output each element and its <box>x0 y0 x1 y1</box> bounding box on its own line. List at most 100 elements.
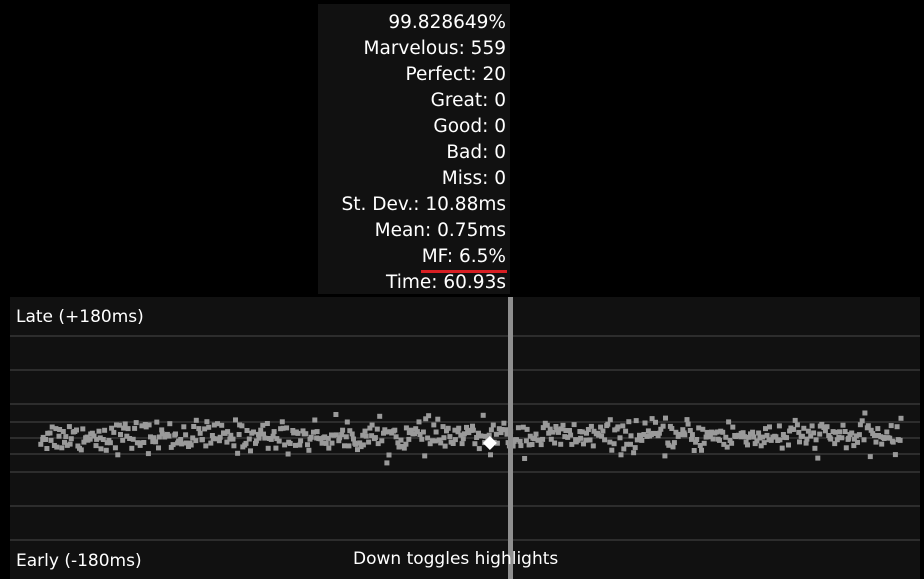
hit-dot <box>855 439 860 445</box>
hit-dot <box>461 431 467 437</box>
hit-dot <box>426 413 432 419</box>
hit-dot <box>667 423 673 429</box>
hit-dot <box>870 431 876 437</box>
hit-dot <box>427 441 433 447</box>
hit-dot <box>864 425 870 431</box>
hit-dot <box>577 429 583 434</box>
hit-dot <box>490 422 496 428</box>
hit-dot <box>311 429 316 435</box>
hit-dot <box>517 438 523 444</box>
hit-dot <box>111 429 117 435</box>
hit-dot <box>438 440 444 446</box>
grid-line <box>10 539 920 541</box>
hit-dot <box>544 422 550 428</box>
hit-dot <box>284 425 290 431</box>
hit-dot <box>740 430 746 436</box>
hit-dot <box>249 430 255 436</box>
hit-dot <box>665 440 671 446</box>
miss-count: Miss: 0 <box>441 168 506 189</box>
hit-dot <box>704 429 710 435</box>
hit-dot <box>102 427 108 433</box>
hit-dot <box>466 430 472 436</box>
grid-line <box>10 403 920 405</box>
hit-dot <box>326 445 332 451</box>
hit-dot <box>499 427 505 432</box>
hit-dot <box>78 447 84 453</box>
bad-count: Bad: 0 <box>446 142 506 163</box>
hit-dot <box>295 430 301 436</box>
hit-dot <box>468 427 474 433</box>
hit-dot <box>884 429 890 435</box>
hit-dot <box>455 429 461 435</box>
hit-dot <box>375 441 381 447</box>
hit-dot <box>767 424 772 430</box>
hit-dot <box>81 439 87 445</box>
hit-dot <box>44 446 50 451</box>
hit-dot <box>821 425 827 430</box>
hit-dot <box>553 424 559 429</box>
hit-dot <box>832 429 838 435</box>
playhead-bar[interactable] <box>508 297 513 579</box>
hit-dot <box>346 443 352 449</box>
hit-dot <box>379 438 385 444</box>
hit-dot <box>367 425 373 431</box>
hit-dot <box>150 439 156 445</box>
marvelous-count: Marvelous: 559 <box>363 38 506 59</box>
hit-dot <box>520 424 526 430</box>
hit-dot <box>168 444 174 450</box>
hit-dot <box>51 443 57 448</box>
hit-dot <box>442 443 448 449</box>
hit-dot <box>96 428 102 434</box>
hit-dot <box>615 424 621 430</box>
grid-line <box>10 453 920 455</box>
hit-dot <box>809 423 815 429</box>
hit-dot <box>714 429 720 435</box>
hit-dot <box>670 444 676 450</box>
hit-dot <box>369 422 375 428</box>
hit-dot <box>585 427 591 432</box>
hit-dot <box>146 422 152 428</box>
hit-dot <box>791 426 797 432</box>
hit-dot <box>450 441 456 446</box>
hit-dot <box>730 424 736 430</box>
hit-dot <box>797 439 802 445</box>
hit-dot <box>323 440 329 446</box>
hit-dot <box>413 426 419 432</box>
hit-dot <box>554 427 560 433</box>
hit-dot <box>745 442 750 448</box>
hit-dot <box>74 427 79 433</box>
hit-dot <box>291 430 297 436</box>
hit-dot <box>389 430 395 436</box>
hit-dot <box>273 445 279 451</box>
hit-dot <box>680 427 686 433</box>
hit-dot <box>488 427 494 433</box>
hit-dot <box>211 422 217 428</box>
timing-offset-graph[interactable]: Late (+180ms) Early (-180ms) Down toggle… <box>10 297 920 579</box>
late-axis-label: Late (+180ms) <box>16 307 144 327</box>
hit-dot <box>591 428 597 434</box>
hit-dot <box>93 443 99 449</box>
song-time: Time: 60.93s <box>386 272 506 293</box>
hit-dot <box>170 442 176 448</box>
hit-dot <box>584 430 589 436</box>
hit-dot <box>156 445 161 451</box>
perfect-count: Perfect: 20 <box>405 64 506 85</box>
hit-dot <box>533 431 539 437</box>
hit-dot <box>301 431 307 437</box>
hit-dot <box>452 427 458 433</box>
hit-dot <box>709 429 714 435</box>
hit-dot <box>401 445 407 451</box>
hit-dot <box>261 431 266 437</box>
hit-dot <box>414 429 420 435</box>
hit-dot <box>410 431 416 437</box>
hit-dot <box>890 439 896 445</box>
hit-dot <box>70 429 76 435</box>
hit-dot <box>843 445 849 451</box>
hit-dot <box>579 429 585 435</box>
hit-dot <box>265 445 271 451</box>
mean-offset: Mean: 0.75ms <box>374 220 506 241</box>
hit-dot <box>187 440 193 446</box>
hit-dot <box>681 430 687 436</box>
standard-deviation: St. Dev.: 10.88ms <box>341 194 506 215</box>
hit-dot <box>563 428 569 433</box>
